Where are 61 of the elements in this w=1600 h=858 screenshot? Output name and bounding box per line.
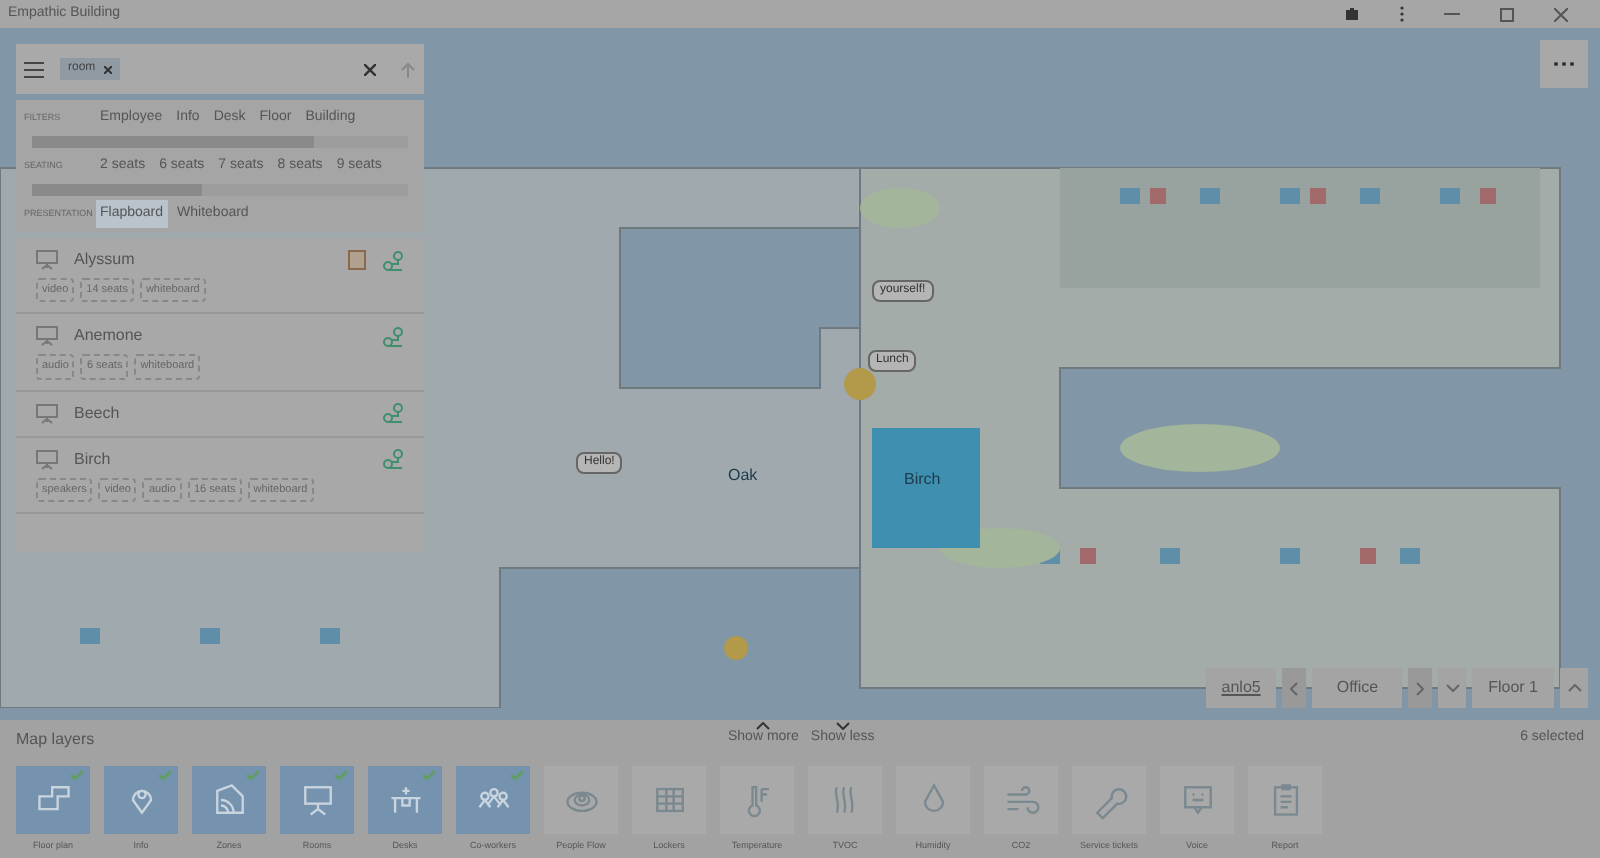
previous-button[interactable] xyxy=(1282,668,1307,708)
layer-toggle[interactable] xyxy=(808,766,882,834)
checkmark-icon xyxy=(422,770,436,780)
layer-toggle[interactable] xyxy=(1072,766,1146,834)
close-icon[interactable] xyxy=(1554,7,1568,21)
chevron-down-icon xyxy=(835,722,850,730)
layer-toggle[interactable] xyxy=(368,766,442,834)
more-options-button[interactable] xyxy=(1540,40,1588,88)
chevron-up-icon xyxy=(1567,684,1581,692)
route-icon[interactable] xyxy=(382,249,404,271)
checkmark-icon xyxy=(70,770,84,780)
checkmark-icon xyxy=(158,770,172,780)
checkmark-icon xyxy=(246,770,260,780)
route-icon[interactable] xyxy=(382,325,404,348)
layer-toggle[interactable] xyxy=(720,766,794,834)
room-item[interactable]: Beech xyxy=(16,391,424,437)
section-title: Map layers xyxy=(16,728,95,752)
clear-icon[interactable] xyxy=(364,63,376,75)
menu-icon[interactable] xyxy=(24,61,44,77)
chevron-right-icon xyxy=(1416,681,1425,695)
scrollbar[interactable] xyxy=(32,136,408,148)
next-button[interactable] xyxy=(1408,668,1433,708)
room-name: Birch xyxy=(74,447,113,471)
layer-toggle[interactable] xyxy=(104,766,178,834)
room-label: Birch xyxy=(904,468,941,492)
wind-icon xyxy=(1001,780,1041,820)
presentation-icon xyxy=(36,250,58,270)
minimize-icon[interactable] xyxy=(1444,12,1460,16)
floor-up-button[interactable] xyxy=(1560,668,1588,708)
room-label: Oak xyxy=(728,464,758,488)
layer-toggle[interactable] xyxy=(1160,766,1234,834)
floor-down-button[interactable] xyxy=(1438,668,1467,708)
maximize-icon[interactable] xyxy=(1500,7,1514,21)
layer-toggle[interactable] xyxy=(16,766,90,834)
presentation-icon xyxy=(36,449,58,469)
remove-icon[interactable] xyxy=(103,65,112,73)
layer-toggle[interactable] xyxy=(192,766,266,834)
zone-button[interactable]: Office xyxy=(1312,668,1403,708)
checkmark-icon xyxy=(334,770,348,780)
room-name: Anemone xyxy=(74,324,145,349)
chevron-left-icon xyxy=(1290,681,1299,695)
layer-toggle[interactable] xyxy=(1248,766,1322,834)
route-icon[interactable] xyxy=(382,402,404,424)
scrollbar[interactable] xyxy=(32,184,408,196)
building-button[interactable]: anlo5 xyxy=(1205,668,1277,708)
room-name: Alyssum xyxy=(74,248,137,272)
layer-toggle[interactable] xyxy=(544,766,618,834)
floor-button[interactable]: Floor 1 xyxy=(1472,668,1554,708)
layer-toggle[interactable] xyxy=(456,766,530,834)
chevron-down-icon xyxy=(1445,684,1460,692)
room-name: Beech xyxy=(74,401,122,425)
presentation-icon xyxy=(36,403,58,423)
presentation-icon xyxy=(36,326,58,347)
checkmark-icon xyxy=(510,770,524,780)
chevron-up-icon xyxy=(756,722,771,730)
arrow-up-icon[interactable] xyxy=(400,61,416,77)
layer-toggle[interactable] xyxy=(632,766,706,834)
layer-toggle[interactable] xyxy=(896,766,970,834)
layer-toggle[interactable] xyxy=(984,766,1058,834)
route-icon[interactable] xyxy=(382,448,404,470)
layer-toggle[interactable] xyxy=(280,766,354,834)
